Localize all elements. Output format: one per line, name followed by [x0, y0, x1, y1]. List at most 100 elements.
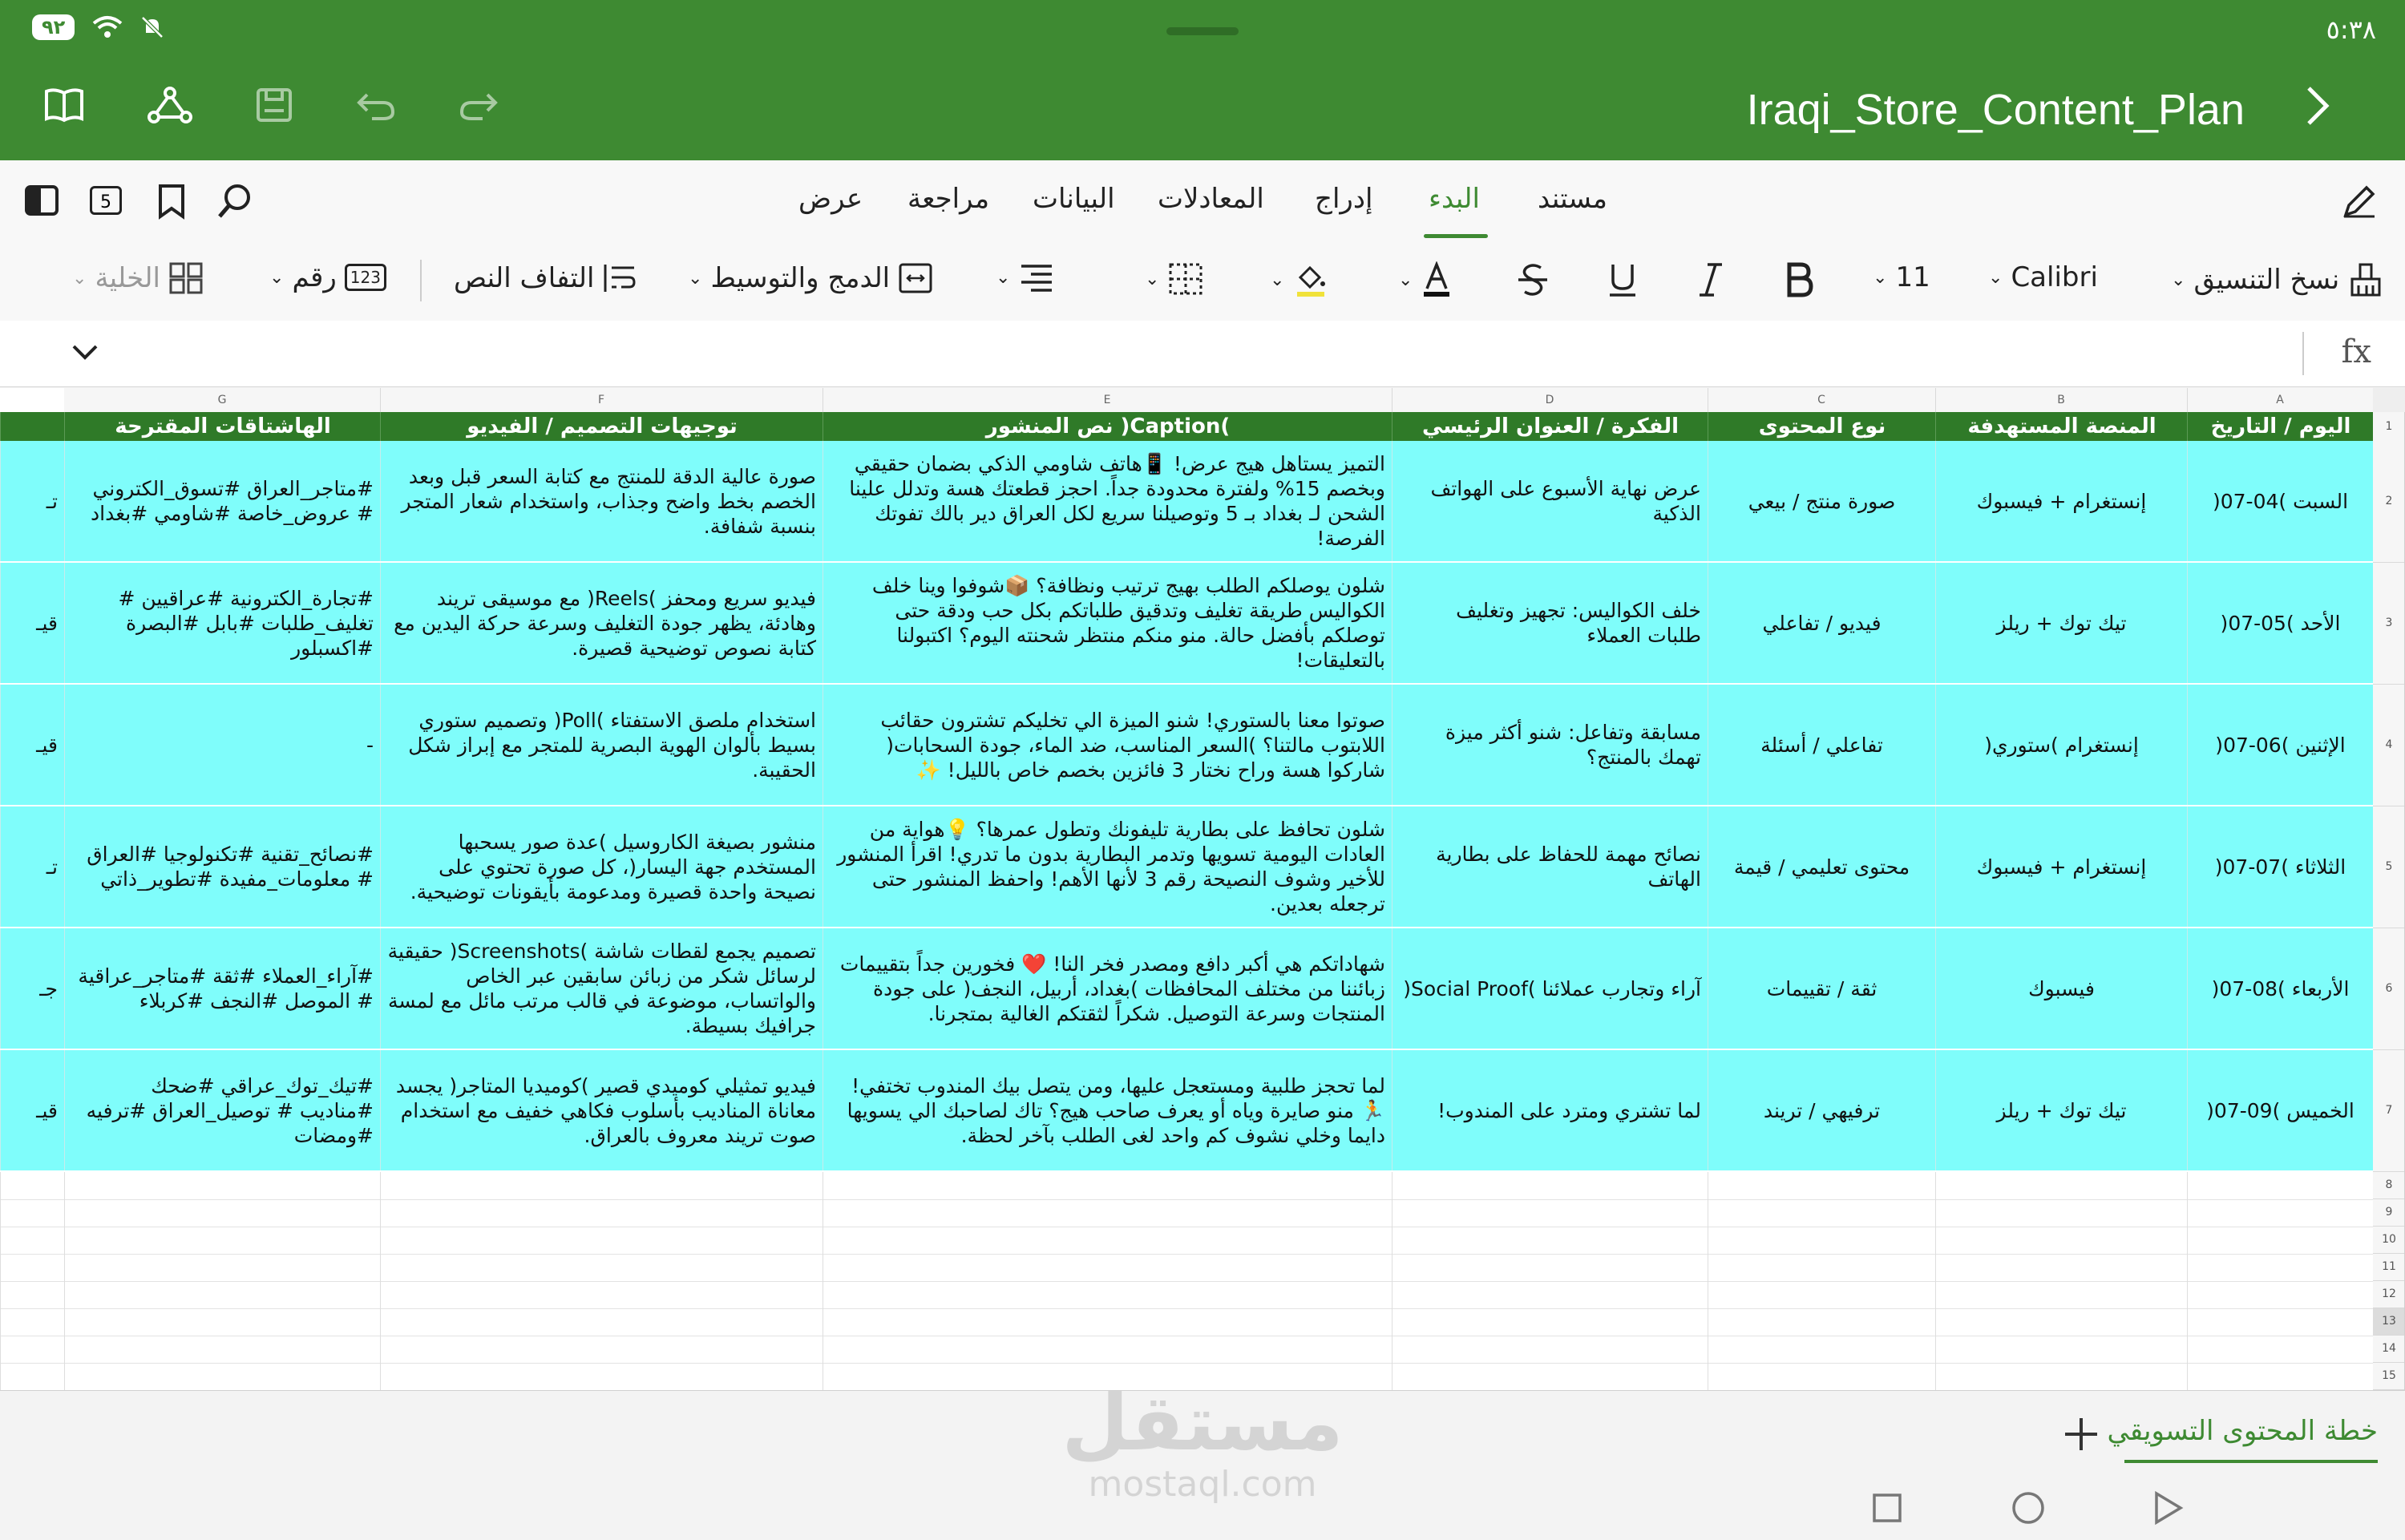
- header-cell[interactable]: توجيهات التصميم / الفيديو: [380, 412, 823, 441]
- table-cell[interactable]: الأحد )05-07(: [2187, 563, 2373, 683]
- row-number[interactable]: 5: [2373, 806, 2405, 928]
- table-cell[interactable]: ثقة / تقييمات: [1708, 928, 1935, 1049]
- row-number[interactable]: 12: [2373, 1281, 2405, 1308]
- strikethrough-icon[interactable]: [1517, 261, 1549, 298]
- row-number[interactable]: 2: [2373, 441, 2405, 563]
- table-cell[interactable]: فيديو تمثيلي كوميدي قصير )كوميديا المتاج…: [380, 1050, 823, 1170]
- document-title[interactable]: Iraqi_Store_Content_Plan: [1747, 85, 2245, 135]
- add-sheet-icon[interactable]: [2062, 1415, 2100, 1453]
- table-cell[interactable]: إنستغرام + فيسبوك: [1935, 441, 2187, 561]
- table-cell[interactable]: استخدام ملصق الاستفتاء )Poll( وتصميم ستو…: [380, 685, 823, 805]
- row-number[interactable]: 11: [2373, 1254, 2405, 1281]
- pen-icon[interactable]: [2341, 183, 2378, 220]
- table-cell[interactable]: تصميم يجمع لقطات شاشة )Screenshots( حقيق…: [380, 928, 823, 1049]
- number-format-menu[interactable]: ⌄ رقم 123: [269, 261, 386, 293]
- underline-icon[interactable]: [1607, 261, 1639, 298]
- bold-icon[interactable]: [1785, 261, 1813, 298]
- table-cell[interactable]: #متاجر_العراق #تسوق_الكتروني # عروض_خاصة…: [64, 441, 380, 561]
- table-cell[interactable]: جـ: [0, 928, 64, 1049]
- table-cell[interactable]: محتوى تعليمي / قيمة: [1708, 806, 1935, 927]
- table-cell[interactable]: #آراء_العملاء #ثقة #متاجر_عراقية # الموص…: [64, 928, 380, 1049]
- recents-icon[interactable]: [1871, 1492, 1903, 1524]
- table-cell[interactable]: مسابقة وتفاعل: شنو أكثر ميزة تهمك بالمنت…: [1392, 685, 1708, 805]
- table-cell[interactable]: #نصائح_تقنية #تكنولوجيا #العراق # معلوما…: [64, 806, 380, 927]
- table-cell[interactable]: تيك توك + ريلز: [1935, 1050, 2187, 1170]
- spreadsheet-grid[interactable]: A B C D E F G اليوم / التاريخ المنصة المستهدفة نو…: [0, 388, 2405, 1390]
- column-header-letter[interactable]: F: [380, 388, 823, 412]
- table-cell[interactable]: تـ: [0, 441, 64, 561]
- column-header-letter[interactable]: E: [823, 388, 1392, 412]
- table-cell[interactable]: خلف الكواليس: تجهيز وتغليف طلبات العملاء: [1392, 563, 1708, 683]
- row-number[interactable]: 9: [2373, 1199, 2405, 1227]
- sheets-count-button[interactable]: 5: [90, 186, 122, 215]
- font-family-menu[interactable]: ⌄ Calibri: [1988, 261, 2098, 293]
- column-header-letter[interactable]: D: [1392, 388, 1708, 412]
- table-cell[interactable]: الإثنين )06-07(: [2187, 685, 2373, 805]
- drag-handle[interactable]: [1166, 27, 1239, 35]
- tab-document[interactable]: مستند: [1538, 183, 1607, 215]
- search-icon[interactable]: [216, 183, 253, 220]
- table-cell[interactable]: إنستغرام )ستوري(: [1935, 685, 2187, 805]
- table-cell[interactable]: صوتوا معنا بالستوري! شنو الميزة الي تخلي…: [823, 685, 1392, 805]
- row-number[interactable]: 1: [2373, 412, 2405, 442]
- header-cell[interactable]: [0, 412, 65, 441]
- back-icon[interactable]: [2152, 1490, 2184, 1526]
- tab-review[interactable]: مراجعة: [907, 183, 989, 215]
- table-cell[interactable]: شهاداتكم هي أكبر دافع ومصدر فخر النا! ❤️…: [823, 928, 1392, 1049]
- column-header-letter[interactable]: B: [1935, 388, 2188, 412]
- column-header-letter[interactable]: G: [64, 388, 381, 412]
- save-icon[interactable]: [255, 87, 293, 123]
- home-icon[interactable]: [2011, 1490, 2046, 1526]
- header-cell[interactable]: اليوم / التاريخ: [2187, 412, 2374, 441]
- font-size-menu[interactable]: ⌄ 11: [1873, 261, 1930, 293]
- fill-color-menu[interactable]: ⌄: [1270, 261, 1329, 298]
- table-cell[interactable]: نصائح مهمة للحفاظ على بطارية الهاتف: [1392, 806, 1708, 927]
- row-number[interactable]: 7: [2373, 1050, 2405, 1172]
- row-number[interactable]: 13: [2373, 1308, 2405, 1336]
- table-cell[interactable]: لما تحجز طلبية ومستعجل عليها، ومن يتصل ب…: [823, 1050, 1392, 1170]
- tab-home[interactable]: البدء: [1429, 183, 1480, 215]
- header-cell[interactable]: نص المنشور )Caption(: [823, 412, 1392, 441]
- table-cell[interactable]: الثلاثاء )07-07(: [2187, 806, 2373, 927]
- bookmark-icon[interactable]: [157, 183, 186, 220]
- table-cell[interactable]: تيك توك + ريلز: [1935, 563, 2187, 683]
- table-cell[interactable]: إنستغرام + فيسبوك: [1935, 806, 2187, 927]
- table-cell[interactable]: فيسبوك: [1935, 928, 2187, 1049]
- table-cell[interactable]: تفاعلي / أسئلة: [1708, 685, 1935, 805]
- book-icon[interactable]: [43, 87, 85, 123]
- header-cell[interactable]: نوع المحتوى: [1708, 412, 1936, 441]
- column-header-letter[interactable]: A: [2187, 388, 2374, 412]
- undo-icon[interactable]: [356, 87, 396, 123]
- row-number[interactable]: 8: [2373, 1172, 2405, 1199]
- cell-menu[interactable]: ⌄ الخلية: [72, 261, 204, 295]
- column-header-letter[interactable]: C: [1708, 388, 1936, 412]
- sheet-tab-marketing[interactable]: خطة المحتوى التسويقي: [2107, 1415, 2378, 1447]
- tab-formulas[interactable]: المعادلات: [1158, 183, 1264, 215]
- table-cell[interactable]: فيديو / تفاعلي: [1708, 563, 1935, 683]
- row-number[interactable]: 15: [2373, 1363, 2405, 1390]
- merge-center-menu[interactable]: ⌄ الدمج والتوسيط: [688, 261, 933, 295]
- table-cell[interactable]: فيديو سريع ومحفز )Reels( مع موسيقى تريند…: [380, 563, 823, 683]
- tab-data[interactable]: البيانات: [1033, 183, 1115, 215]
- row-number[interactable]: 4: [2373, 685, 2405, 806]
- table-cell[interactable]: منشور بصيغة الكاروسيل )عدة صور يسحبها ال…: [380, 806, 823, 927]
- table-cell[interactable]: الأربعاء )08-07(: [2187, 928, 2373, 1049]
- table-cell[interactable]: صورة منتج / بيعي: [1708, 441, 1935, 561]
- row-number[interactable]: 14: [2373, 1336, 2405, 1363]
- row-number[interactable]: 6: [2373, 928, 2405, 1050]
- table-cell[interactable]: الخميس )09-07(: [2187, 1050, 2373, 1170]
- header-cell[interactable]: الهاشتاقات المقترحة: [64, 412, 381, 441]
- format-painter-menu[interactable]: ⌄ نسخ التنسيق: [2171, 261, 2384, 298]
- row-number[interactable]: 3: [2373, 563, 2405, 685]
- table-cell[interactable]: صورة عالية الدقة للمنتج مع كتابة السعر ق…: [380, 441, 823, 561]
- table-cell[interactable]: #تيك_توك_عراقي #ضحك #مناديب # توصيل_العر…: [64, 1050, 380, 1170]
- wrap-text-button[interactable]: التفاف النص: [454, 261, 637, 295]
- table-cell[interactable]: قيـ: [0, 1050, 64, 1170]
- redo-icon[interactable]: [459, 87, 499, 123]
- header-cell[interactable]: الفكرة / العنوان الرئيسي: [1392, 412, 1708, 441]
- share-icon[interactable]: [148, 87, 192, 123]
- table-cell[interactable]: عرض نهاية الأسبوع على الهواتف الذكية: [1392, 441, 1708, 561]
- chevron-right-icon[interactable]: [2301, 83, 2333, 128]
- select-all-corner[interactable]: [2373, 388, 2405, 413]
- table-cell[interactable]: آراء وتجارب عملائنا )Social Proof(: [1392, 928, 1708, 1049]
